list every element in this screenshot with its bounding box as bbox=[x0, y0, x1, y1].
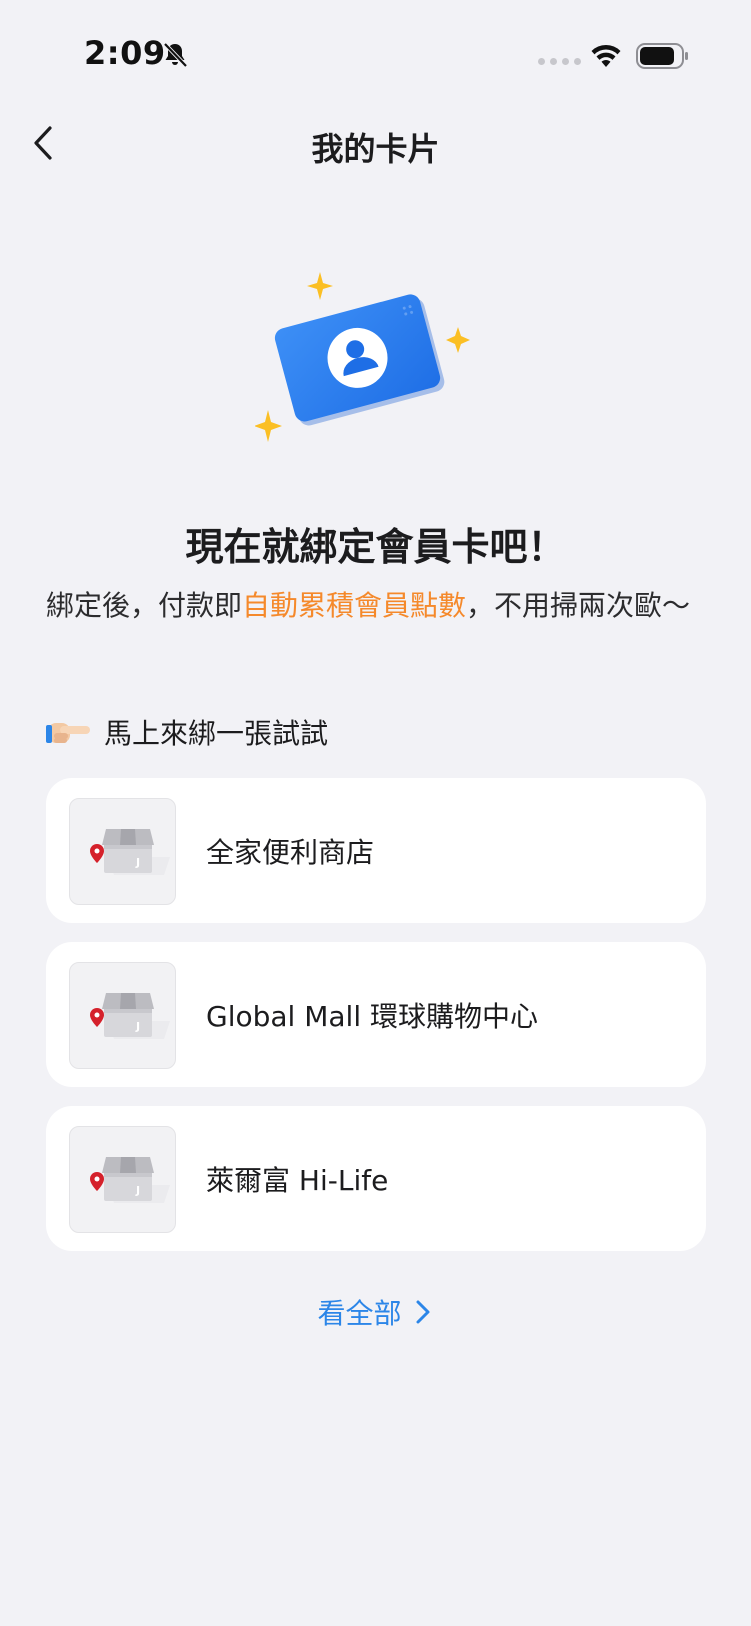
store-card-hi-life[interactable]: J 萊爾富 Hi-Life bbox=[46, 1106, 706, 1251]
wifi-icon bbox=[591, 44, 621, 67]
section-label: 馬上來綁一張試試 bbox=[104, 717, 329, 750]
store-card-global-mall[interactable]: J Global Mall 環球購物中心 bbox=[46, 942, 706, 1087]
store-card-familymart[interactable]: J 全家便利商店 bbox=[46, 778, 706, 923]
battery-icon bbox=[636, 43, 688, 69]
svg-text:J: J bbox=[135, 1184, 140, 1197]
section-header: 馬上來綁一張試試 bbox=[46, 712, 328, 752]
bell-slash-icon bbox=[163, 42, 188, 68]
my-cards-screen: 2:09 我的卡片 現在就綁定會員卡吧！ 綁定後，付款即自動累積會員點數，不用掃… bbox=[0, 0, 751, 1626]
svg-text:J: J bbox=[135, 1020, 140, 1033]
description-text-end: ，不用掃兩次歐～ bbox=[466, 589, 691, 622]
store-name: Global Mall 環球購物中心 bbox=[206, 999, 538, 1033]
store-logo: J bbox=[69, 1126, 176, 1233]
store-placeholder-icon: J bbox=[90, 829, 170, 875]
store-logo: J bbox=[69, 798, 176, 905]
chevron-right-icon bbox=[416, 1300, 429, 1324]
description-text-start: 綁定後，付款即 bbox=[46, 589, 243, 622]
view-all-link[interactable]: 看全部 bbox=[0, 1292, 751, 1332]
pointing-hand-icon bbox=[46, 723, 90, 743]
page-title: 我的卡片 bbox=[311, 130, 440, 168]
headline: 現在就綁定會員卡吧！ bbox=[185, 525, 566, 569]
description-highlight: 自動累積會員點數 bbox=[242, 589, 467, 622]
svg-text:J: J bbox=[135, 856, 140, 869]
store-name: 萊爾富 Hi-Life bbox=[206, 1163, 389, 1197]
store-placeholder-icon: J bbox=[90, 993, 170, 1039]
view-all-label: 看全部 bbox=[317, 1297, 402, 1330]
store-list: J 全家便利商店 J Global Mall 環球購物中心 J 萊爾富 Hi-L… bbox=[46, 778, 706, 1270]
store-name: 全家便利商店 bbox=[206, 835, 375, 869]
status-time: 2:09 bbox=[84, 34, 166, 72]
store-logo: J bbox=[69, 962, 176, 1069]
store-placeholder-icon: J bbox=[90, 1157, 170, 1203]
signal-dots-icon bbox=[538, 58, 581, 65]
member-card-icon bbox=[255, 272, 470, 442]
description-text: 綁定後，付款即自動累積會員點數，不用掃兩次歐～ bbox=[46, 586, 706, 626]
status-bar: 2:09 bbox=[0, 0, 751, 110]
navigation-bar: 我的卡片 bbox=[0, 110, 751, 180]
